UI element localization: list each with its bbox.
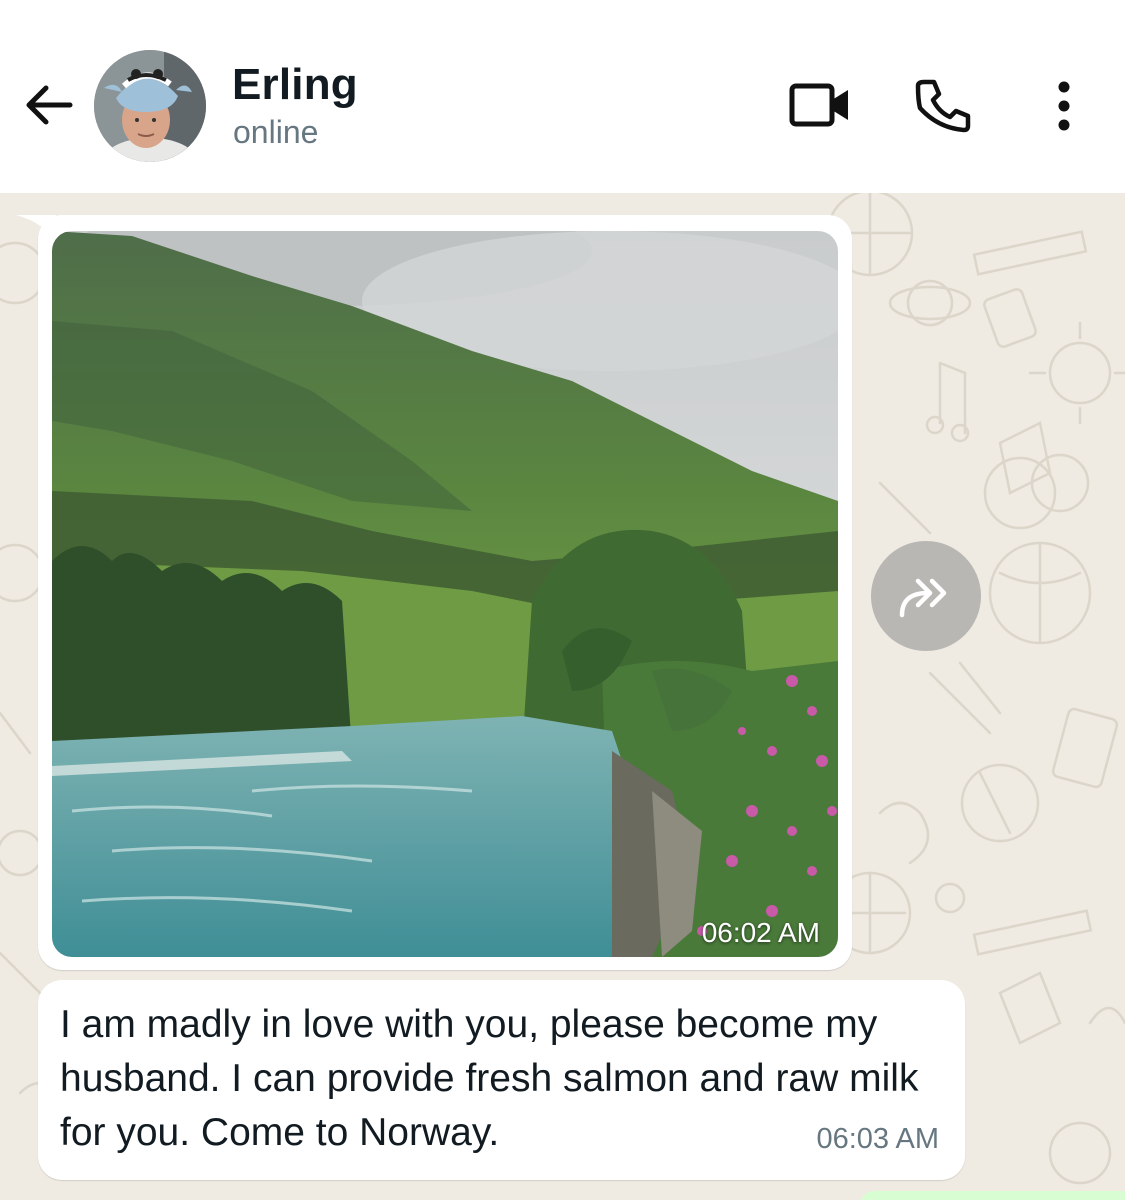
chat-area[interactable]: 06:02 AM I am madly in love with you, pl… (0, 193, 1125, 1200)
outgoing-bubble-edge (860, 1191, 1125, 1200)
image-message-bubble[interactable]: 06:02 AM (38, 215, 852, 970)
video-call-button[interactable] (788, 78, 854, 134)
video-camera-icon (789, 83, 848, 127)
avatar[interactable] (94, 50, 206, 162)
more-options-button[interactable] (1040, 78, 1088, 134)
shared-photo[interactable]: 06:02 AM (52, 231, 838, 957)
image-timestamp: 06:02 AM (701, 917, 820, 948)
message-text: I am madly in love with you, please beco… (60, 1003, 919, 1154)
message-timestamp: 06:03 AM (816, 1123, 939, 1155)
phone-icon (915, 79, 971, 133)
forward-icon (899, 578, 947, 618)
forward-button[interactable] (871, 541, 981, 651)
text-message-bubble[interactable]: I am madly in love with you, please beco… (38, 980, 965, 1180)
voice-call-button[interactable] (912, 76, 972, 136)
back-button[interactable] (22, 78, 76, 132)
arrow-left-icon (26, 85, 73, 125)
chat-header: Erling online (0, 0, 1125, 193)
more-vertical-icon (1058, 81, 1070, 131)
contact-status: online (233, 114, 319, 150)
contact-name[interactable]: Erling (232, 60, 358, 110)
